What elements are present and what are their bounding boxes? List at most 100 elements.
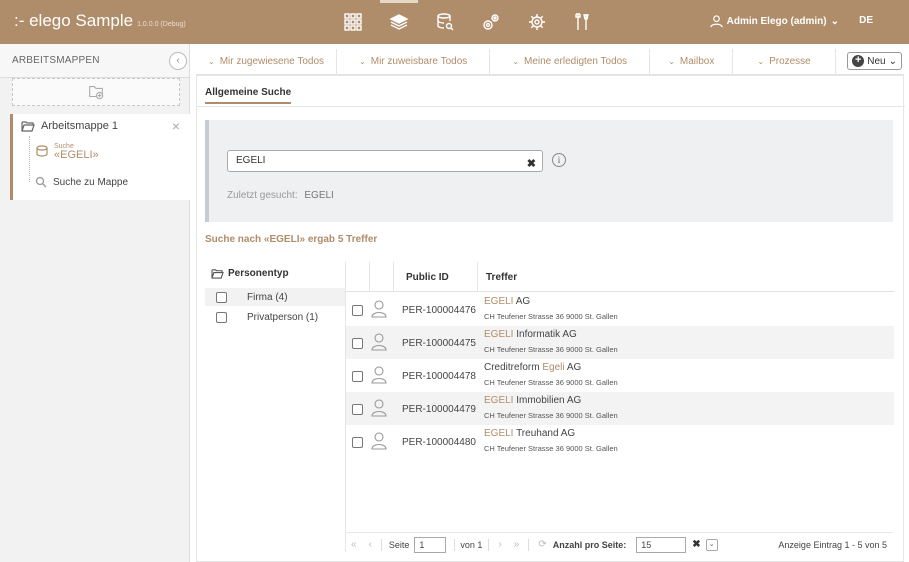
tab-label: Meine erledigten Todos bbox=[523, 56, 628, 67]
row-address: CH Teufener Strasse 36 9000 St. Gallen bbox=[484, 411, 618, 420]
prev-page-icon[interactable]: ‹ bbox=[369, 539, 372, 550]
chevron-left-icon[interactable]: ‹ bbox=[169, 52, 187, 70]
search-input[interactable]: EGELI ✖ bbox=[227, 150, 543, 172]
table-row[interactable]: PER-100004478 Creditreform Egeli AG CH T… bbox=[346, 359, 894, 392]
row-name-highlight: EGELI bbox=[484, 395, 514, 406]
header-public-id[interactable]: Public ID bbox=[394, 262, 478, 292]
person-icon bbox=[371, 399, 387, 417]
new-button[interactable]: + Neu ⌄ bbox=[847, 52, 902, 70]
row-public-id: PER-100004475 bbox=[402, 338, 476, 349]
gears-icon[interactable] bbox=[468, 0, 514, 44]
last-page-icon[interactable]: » bbox=[514, 539, 520, 550]
row-name-highlight: EGELI bbox=[484, 296, 514, 307]
pagination-bar: « ‹ Seite 1 von 1 › » ⟳ Anzahl pro Seite… bbox=[345, 532, 893, 556]
next-page-icon[interactable]: › bbox=[498, 539, 501, 550]
todo-tabs: ⌄ Mir zugewiesene Todos ⌄ Mir zuweisbare T… bbox=[196, 48, 904, 75]
close-icon[interactable]: × bbox=[172, 118, 180, 134]
chevron-down-icon: ⌄ bbox=[512, 57, 519, 66]
row-name-suffix: Treuhand AG bbox=[513, 428, 576, 439]
row-checkbox[interactable] bbox=[352, 437, 363, 448]
facet-checkbox[interactable] bbox=[216, 311, 227, 323]
folder-add-icon bbox=[89, 86, 104, 100]
user-menu[interactable]: Admin Elego (admin) ⌄ bbox=[709, 15, 839, 28]
row-name[interactable]: EGELI AG bbox=[484, 296, 530, 307]
tab-general-search[interactable]: Allgemeine Suche bbox=[205, 87, 292, 104]
facet-item-firma[interactable]: Firma (4) bbox=[205, 288, 345, 306]
facet-label: Firma (4) bbox=[247, 291, 288, 303]
pager-separator bbox=[488, 538, 490, 551]
row-checkbox[interactable] bbox=[352, 371, 363, 382]
chevron-down-icon[interactable]: ⌄ bbox=[705, 538, 718, 551]
folder-open-icon bbox=[211, 269, 224, 279]
info-icon[interactable]: i bbox=[552, 153, 566, 167]
workbook-item[interactable]: Arbeitsmappe 1 bbox=[21, 120, 118, 132]
row-name-suffix: Informatik AG bbox=[513, 329, 577, 340]
chevron-down-icon: ⌄ bbox=[830, 16, 839, 27]
row-name-suffix: Immobilien AG bbox=[513, 395, 582, 406]
tab-assigned-todos[interactable]: ⌄ Mir zugewiesene Todos bbox=[196, 48, 338, 75]
row-checkbox[interactable] bbox=[352, 338, 363, 349]
facet-title-label: Personentyp bbox=[228, 268, 289, 279]
tab-assignable-todos[interactable]: ⌄ Mir zuweisbare Todos bbox=[337, 48, 491, 75]
chevron-down-icon: ⌄ bbox=[757, 57, 765, 66]
search-content: Allgemeine Suche EGELI ✖ i Zuletzt gesuc… bbox=[196, 75, 905, 562]
gear-icon[interactable] bbox=[514, 0, 560, 44]
row-name[interactable]: EGELI Immobilien AG bbox=[484, 395, 581, 406]
tab-mailbox[interactable]: ⌄ Mailbox bbox=[650, 48, 734, 75]
tab-divider bbox=[197, 106, 905, 107]
page-size-input[interactable]: 15 bbox=[636, 536, 687, 553]
chevron-down-icon: ⌄ bbox=[668, 57, 675, 66]
search-input-value: EGELI bbox=[236, 155, 266, 166]
row-name[interactable]: EGELI Informatik AG bbox=[484, 329, 577, 340]
facet-checkbox[interactable] bbox=[216, 291, 227, 303]
main-nav bbox=[330, 0, 606, 44]
tab-label: Mir zugewiesene Todos bbox=[219, 56, 325, 67]
last-searched: Zuletzt gesucht: EGELI bbox=[227, 190, 334, 201]
tools-icon[interactable] bbox=[560, 0, 606, 44]
row-address: CH Teufener Strasse 36 9000 St. Gallen bbox=[484, 378, 618, 387]
table-row[interactable]: PER-100004475 EGELI Informatik AG CH Teu… bbox=[346, 326, 894, 359]
refresh-icon[interactable]: ⟳ bbox=[538, 539, 546, 550]
results-table: Public ID Treffer PER-100004476 EGELI AG… bbox=[345, 262, 894, 552]
database-search-icon[interactable] bbox=[422, 0, 468, 44]
app-title[interactable]: :- elego Sample 1.0.0.0 (Debug) bbox=[14, 11, 186, 31]
table-row[interactable]: PER-100004476 EGELI AG CH Teufener Stras… bbox=[346, 293, 894, 326]
grid-icon[interactable] bbox=[330, 0, 376, 44]
search-icon bbox=[35, 176, 47, 188]
row-public-id: PER-100004480 bbox=[402, 437, 476, 448]
facet-item-privatperson[interactable]: Privatperson (1) bbox=[205, 308, 345, 326]
row-name[interactable]: Creditreform Egeli AG bbox=[484, 362, 581, 373]
tab-label: Prozesse bbox=[769, 56, 811, 67]
row-name-highlight: Egeli bbox=[542, 362, 565, 373]
top-bar: :- elego Sample 1.0.0.0 (Debug) Admin Ele… bbox=[0, 0, 909, 44]
row-name-highlight: EGELI bbox=[484, 428, 514, 439]
header-treffer[interactable]: Treffer bbox=[486, 272, 517, 283]
clear-icon[interactable]: ✖ bbox=[527, 154, 536, 174]
last-searched-link[interactable]: EGELI bbox=[304, 190, 333, 201]
row-public-id: PER-100004476 bbox=[402, 305, 476, 316]
person-icon bbox=[371, 333, 387, 351]
row-checkbox[interactable] bbox=[352, 404, 363, 415]
tab-completed-todos[interactable]: ⌄ Meine erledigten Todos bbox=[490, 48, 651, 75]
row-name[interactable]: EGELI Treuhand AG bbox=[484, 428, 575, 439]
clear-icon[interactable]: ✖ bbox=[692, 539, 700, 550]
tab-label: Mir zuweisbare Todos bbox=[370, 56, 468, 67]
search-in-workbook-item[interactable]: Suche zu Mappe bbox=[35, 176, 128, 188]
table-row[interactable]: PER-100004480 EGELI Treuhand AG CH Teufe… bbox=[346, 425, 894, 458]
saved-search-item[interactable]: Suche «EGELI» bbox=[35, 142, 99, 161]
plus-circle-icon: + bbox=[852, 55, 865, 67]
person-icon bbox=[371, 300, 387, 318]
workbook-sidebar: ARBEITSMAPPEN ‹ Arbeitsmappe 1 × Suche «… bbox=[0, 44, 190, 562]
page-input[interactable]: 1 bbox=[414, 536, 447, 553]
tab-processes[interactable]: ⌄ Prozesse bbox=[733, 48, 836, 75]
first-page-icon[interactable]: « bbox=[351, 539, 357, 550]
table-row[interactable]: PER-100004479 EGELI Immobilien AG CH Teu… bbox=[346, 392, 894, 425]
language-selector[interactable]: DE bbox=[859, 15, 873, 26]
layers-icon[interactable] bbox=[376, 0, 422, 44]
row-checkbox[interactable] bbox=[352, 305, 363, 316]
page-count: von 1 bbox=[460, 539, 483, 550]
chevron-down-icon: ⌄ bbox=[359, 57, 366, 66]
add-workbook-button[interactable] bbox=[12, 78, 180, 106]
search-in-workbook-label: Suche zu Mappe bbox=[53, 176, 129, 188]
tab-label: Mailbox bbox=[679, 56, 715, 67]
